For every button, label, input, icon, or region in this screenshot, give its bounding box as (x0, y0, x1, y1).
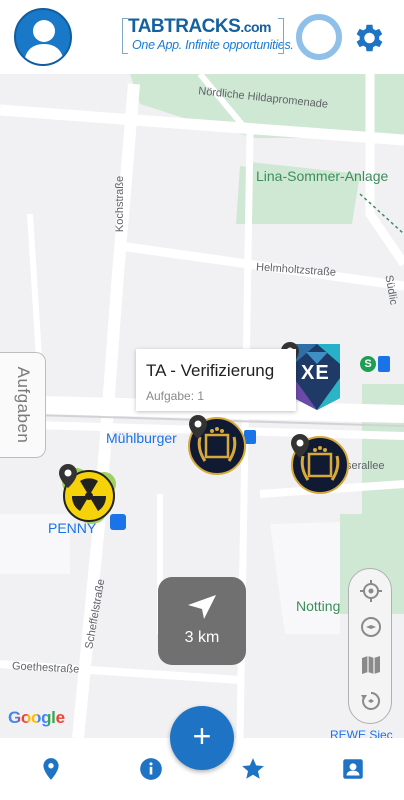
tabtracks-logo: TABTRACKS.com One App. Infinite opportun… (122, 16, 294, 56)
laurel-pin-icon-1 (188, 415, 208, 439)
direction-arrow-icon (188, 595, 216, 619)
poi-label-muehlburger: Mühlburger (106, 430, 177, 446)
xe-marker[interactable]: XE (294, 344, 340, 410)
user-avatar-icon[interactable] (14, 8, 72, 66)
map-layers-icon[interactable] (359, 653, 383, 677)
tooltip-subtitle: Aufgabe: 1 (146, 389, 205, 403)
street-label-notting: Notting (296, 598, 341, 614)
rotate-reset-icon[interactable] (359, 689, 383, 713)
sbahn-icon: S (360, 356, 376, 372)
aufgaben-label: Aufgaben (13, 366, 33, 444)
marker-tooltip[interactable]: TA - Verifizierung Aufgabe: 1 (136, 349, 296, 411)
street-label-lina-sommer: Lina-Sommer-Anlage (256, 168, 389, 184)
logo-brand: TABTRACKS (128, 16, 241, 37)
poi-label-rewe: REWE Siec (330, 728, 393, 738)
street-label-kochstrasse: Kochstraße (114, 175, 127, 233)
add-fab-button[interactable]: + (170, 706, 234, 770)
info-icon[interactable] (138, 756, 164, 782)
tooltip-title: TA - Verifizierung (146, 361, 275, 380)
gear-icon[interactable] (350, 20, 386, 56)
profile-card-icon[interactable] (340, 756, 366, 782)
star-icon[interactable] (240, 756, 266, 782)
google-attribution: Google (8, 708, 65, 728)
logo-bracket-right (278, 18, 284, 54)
logo-domain: .com (240, 19, 271, 35)
compass-icon[interactable] (359, 615, 383, 639)
laurel-pin-icon-2 (290, 434, 310, 458)
app-screen: TABTRACKS.com One App. Infinite opportun… (0, 0, 404, 800)
top-bar: TABTRACKS.com One App. Infinite opportun… (0, 0, 404, 74)
radiation-pin-icon (58, 464, 78, 488)
google-logo-text: Google (8, 708, 65, 727)
crosshair-icon[interactable] (359, 579, 383, 603)
logo-tagline: One App. Infinite opportunities. (132, 38, 294, 52)
xe-marker-label: XE (301, 362, 330, 384)
distance-button[interactable]: 3 km (158, 577, 246, 665)
map-controls (348, 568, 392, 724)
map-view[interactable]: Nördliche Hildapromenade Kochstraße Lina… (0, 74, 404, 738)
tram-icon (378, 356, 390, 372)
progress-ring-icon[interactable] (296, 14, 342, 60)
logo-brand-text: TABTRACKS.com (128, 16, 271, 38)
aufgaben-tab[interactable]: Aufgaben (0, 352, 46, 458)
distance-value: 3 km (184, 629, 220, 646)
street-label-seralle: serallee (346, 460, 385, 472)
fab-plus-label: + (192, 718, 212, 754)
location-pin-icon[interactable] (38, 756, 64, 782)
